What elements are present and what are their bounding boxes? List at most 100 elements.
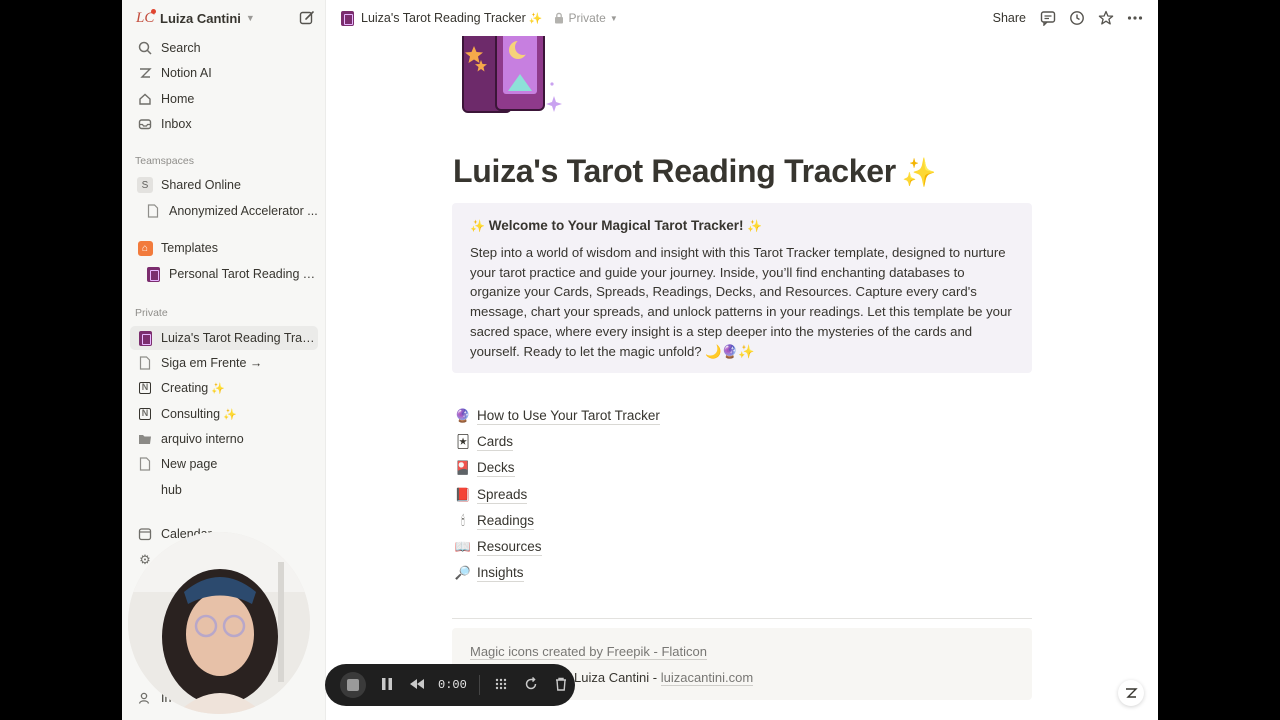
recording-timer: 0:00 [438,678,467,692]
sidebar-item-label: Notion AI [161,66,212,80]
recording-toolbar: 0:00 [325,664,575,706]
workspace-logo: LC [136,9,156,26]
sidebar-item-personal-tarot[interactable]: Personal Tarot Reading T... [130,262,318,286]
comment-icon[interactable] [1039,9,1057,27]
more-icon[interactable] [1126,9,1144,27]
sidebar-item-label: New page [161,457,218,471]
link-label[interactable]: Insights [477,564,524,583]
link-label[interactable]: Readings [477,512,535,530]
author-credit: Luiza Cantini - luizacantini.com [574,670,754,686]
sidebar-item-label: hub [161,483,182,497]
sidebar-item-new-page[interactable]: New page [130,452,318,476]
callout-heading: ✨ Welcome to Your Magical Tarot Tracker!… [470,218,1014,233]
link-resources[interactable]: 📖 Resources [454,534,874,560]
sidebar-item-templates[interactable]: ⌂ Templates [130,236,318,260]
notion-ai-button[interactable] [1118,680,1144,706]
teamspace-badge: S [137,177,153,193]
link-label[interactable]: Decks [477,459,515,478]
chevron-down-icon: ▼ [245,13,255,23]
link-how-to-use[interactable]: 🔮 How to Use Your Tarot Tracker [454,403,874,429]
sidebar-item-label: Luiza's Tarot Reading Trac... [161,331,318,345]
star-icon[interactable] [1097,9,1115,27]
sparkle-icon: ✨ [528,12,543,25]
house-icon: ⌂ [136,239,154,257]
new-page-icon[interactable] [298,9,316,27]
sidebar-item-label: Home [161,92,195,106]
link-spreads[interactable]: 📕 Spreads [454,482,874,508]
tarot-cards-icon [144,265,162,283]
link-label[interactable]: Spreads [477,486,528,504]
chevron-down-icon: ▼ [609,13,618,23]
icon-credit-link[interactable]: Magic icons created by Freepik - Flatico… [470,644,707,660]
folder-icon [136,430,154,448]
sidebar: LC Luiza Cantini ▼ Search Notion AI Home… [122,0,326,720]
sparkle-icon: ✨ [901,157,937,188]
sparkle-icon: ✨ [223,408,237,421]
link-decks[interactable]: 🎴 Decks [454,455,874,481]
welcome-callout[interactable]: ✨ Welcome to Your Magical Tarot Tracker!… [452,203,1032,373]
notion-ai-icon [1126,688,1138,698]
sidebar-item-label: Inbox [161,117,192,131]
author-site-link[interactable]: luizacantini.com [660,670,754,686]
sidebar-item-siga-em-frente[interactable]: Siga em Frente → [130,351,318,375]
link-insights[interactable]: 🔎 Insights [454,560,874,586]
link-readings[interactable]: 🕯 Readings [454,508,874,534]
stop-record-button[interactable] [340,672,366,698]
search-icon [136,39,154,57]
notion-ai-icon [136,64,154,82]
tarot-cards-icon [341,10,354,26]
app-window: LC Luiza Cantini ▼ Search Notion AI Home… [122,0,1158,720]
magnifier-icon: 🔎 [454,565,472,581]
sidebar-item-label: Consulting [161,407,221,421]
restart-icon[interactable] [522,676,540,694]
sidebar-item-notion-ai[interactable]: Notion AI [130,61,318,85]
link-cards[interactable]: 🃏 Cards [454,429,874,455]
link-label[interactable]: How to Use Your Tarot Tracker [477,407,660,426]
history-icon[interactable] [1068,9,1086,27]
sidebar-item-tarot-tracker[interactable]: Luiza's Tarot Reading Trac... [130,326,318,350]
link-label[interactable]: Cards [477,433,514,452]
sidebar-item-arquivo-interno[interactable]: arquivo interno [130,427,318,451]
tarot-cards-icon: 🃏 [456,434,470,450]
top-actions: Share [993,0,1144,36]
sidebar-item-shared-online[interactable]: S Shared Online [130,173,318,197]
rewind-icon[interactable] [408,678,426,693]
link-label[interactable]: Resources [477,538,542,557]
webcam-preview[interactable] [128,532,310,714]
add-member-icon [136,689,154,707]
sidebar-item-search[interactable]: Search [130,36,318,60]
page-links-list: 🔮 How to Use Your Tarot Tracker 🃏 Cards … [454,403,874,586]
tarot-cards-page-icon[interactable] [458,36,568,116]
author-name: Luiza Cantini [574,670,650,685]
notion-icon: N [136,379,154,397]
sparkle-icon: ✨ [747,219,763,233]
page-title[interactable]: Luiza's Tarot Reading Tracker ✨ [453,153,937,190]
sidebar-item-consulting[interactable]: N Consulting ✨ [130,402,318,426]
inbox-icon [136,115,154,133]
share-button[interactable]: Share [993,11,1026,25]
notion-icon: N [136,405,154,423]
drag-grid-icon[interactable] [492,677,510,694]
sidebar-item-inbox[interactable]: Inbox [130,112,318,136]
sidebar-item-creating[interactable]: N Creating ✨ [130,376,318,400]
workspace-name: Luiza Cantini [160,10,241,26]
sidebar-item-hub[interactable]: hub [130,478,318,502]
workspace-switcher[interactable]: LC Luiza Cantini ▼ [122,6,326,30]
sidebar-item-home[interactable]: Home [130,87,318,111]
blank-icon [136,481,154,499]
privacy-menu[interactable]: Private ▼ [554,11,618,25]
page-icon [144,202,162,220]
book-icon: 📕 [454,486,472,502]
credit-separator: - [649,670,661,685]
page-icon [136,455,154,473]
trash-icon[interactable] [552,677,570,694]
pause-icon[interactable] [378,677,396,694]
teamspaces-label: Teamspaces [135,155,194,167]
sidebar-item-label: arquivo interno [161,432,244,446]
breadcrumb[interactable]: Luiza's Tarot Reading Tracker ✨ [341,10,543,26]
stop-icon [347,679,359,691]
sparkle-icon: ✨ [470,219,485,233]
person-video-image [128,532,310,714]
breadcrumb-title: Luiza's Tarot Reading Tracker [361,11,526,25]
sidebar-item-anonymized[interactable]: Anonymized Accelerator ... [130,199,318,223]
